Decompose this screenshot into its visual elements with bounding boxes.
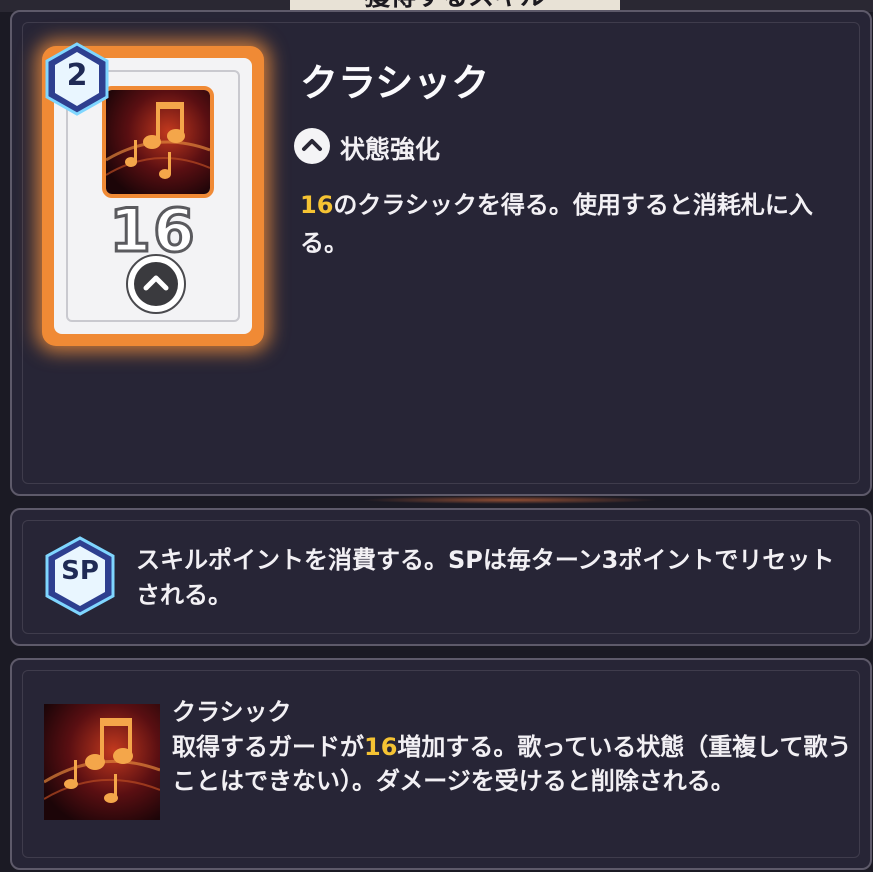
- status-name: クラシック: [172, 698, 292, 726]
- skill-name: クラシック: [300, 61, 490, 105]
- sp-badge: SP: [44, 536, 116, 616]
- music-notes-icon: [44, 704, 160, 820]
- music-notes-icon: [102, 86, 214, 198]
- skill-description: 16のクラシックを得る。使用すると消耗札に入る。: [300, 186, 850, 262]
- sp-description: スキルポイントを消費する。SPは毎ターン3ポイントでリセットされる。: [136, 546, 835, 609]
- card-level: 2: [66, 58, 88, 93]
- skill-description-value: 16: [300, 191, 334, 219]
- card-level-badge: 2: [44, 42, 110, 116]
- skill-description-text: のクラシックを得る。使用すると消耗札に入る。: [300, 191, 813, 257]
- status-description: 取得するガードが16増加する。歌っている状態（重複して歌うことはできない）。ダメ…: [172, 730, 852, 798]
- chevron-up-icon: [134, 262, 178, 306]
- skill-type-label: 状態強化: [340, 135, 441, 164]
- chevron-up-icon: [294, 128, 330, 164]
- sp-badge-label: SP: [61, 556, 99, 586]
- panel-divider: [360, 496, 660, 504]
- status-desc-text-1: 取得するガードが: [172, 733, 364, 761]
- card-type-badge: [126, 254, 186, 314]
- status-desc-value: 16: [364, 733, 398, 761]
